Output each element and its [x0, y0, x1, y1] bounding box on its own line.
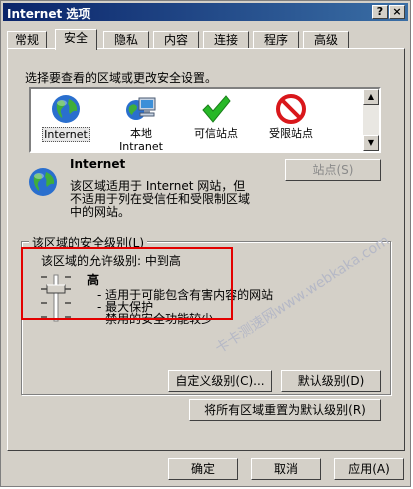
title-bar: Internet 选项 ? × — [3, 3, 408, 21]
zone-intranet-label: 本地 — [130, 127, 152, 140]
zone-intranet[interactable]: 本地 Intranet — [106, 91, 176, 153]
tab-connections[interactable]: 连接 — [203, 31, 249, 49]
tab-privacy[interactable]: 隐私 — [103, 31, 149, 49]
instruction-text: 选择要查看的区域或更改安全设置。 — [25, 71, 218, 85]
tab-advanced[interactable]: 高级 — [303, 31, 349, 49]
scroll-down-arrow-icon[interactable]: ▼ — [363, 135, 379, 151]
selected-zone-globe-icon — [27, 166, 59, 198]
tab-content[interactable]: 内容 — [153, 31, 199, 49]
tab-security[interactable]: 安全 — [55, 29, 97, 50]
ok-button[interactable]: 确定 — [168, 458, 238, 480]
zone-intranet-label2: Intranet — [119, 140, 163, 153]
internet-options-window: Internet 选项 ? × 常规 安全 隐私 内容 连接 程序 高级 选择要… — [0, 0, 411, 487]
window-title: Internet 选项 — [7, 7, 91, 21]
zone-desc-line3: 中的网站。 — [70, 205, 131, 219]
globe-icon — [50, 93, 82, 125]
cancel-button[interactable]: 取消 — [251, 458, 321, 480]
help-button[interactable]: ? — [372, 5, 388, 19]
default-level-button[interactable]: 默认级别(D) — [281, 370, 381, 392]
zone-restricted[interactable]: 受限站点 — [256, 91, 326, 140]
zone-internet[interactable]: Internet — [31, 91, 101, 142]
tab-programs[interactable]: 程序 — [253, 31, 299, 49]
zone-list: Internet 本地 Intranet 可信站点 受限站点 ▲ ▼ — [29, 87, 381, 153]
scroll-up-arrow-icon[interactable]: ▲ — [363, 89, 379, 105]
sites-button[interactable]: 站点(S) — [285, 159, 381, 181]
zone-internet-label: Internet — [42, 127, 90, 142]
zone-trusted[interactable]: 可信站点 — [181, 91, 251, 140]
annotation-highlight-box — [21, 247, 233, 320]
close-button[interactable]: × — [389, 5, 405, 19]
zone-name: Internet — [70, 157, 126, 171]
apply-button[interactable]: 应用(A) — [334, 458, 404, 480]
checkmark-icon — [200, 93, 232, 125]
custom-level-button[interactable]: 自定义级别(C)... — [168, 370, 272, 392]
zone-trusted-label: 可信站点 — [194, 127, 238, 140]
zone-list-scrollbar[interactable]: ▲ ▼ — [363, 89, 379, 151]
tab-general[interactable]: 常规 — [7, 31, 47, 49]
zone-restricted-label: 受限站点 — [269, 127, 313, 140]
network-computer-icon — [125, 93, 157, 125]
reset-all-zones-button[interactable]: 将所有区域重置为默认级别(R) — [189, 399, 381, 421]
no-entry-icon — [275, 93, 307, 125]
